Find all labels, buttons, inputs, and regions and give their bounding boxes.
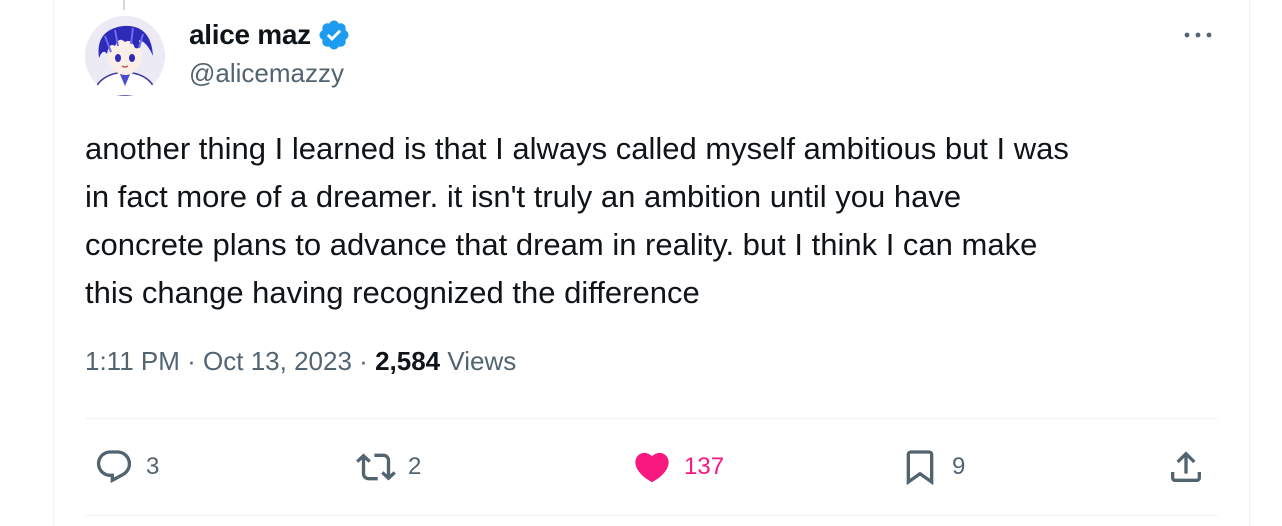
more-icon: [1184, 32, 1212, 38]
like-count: 137: [684, 453, 725, 480]
reply-icon: [96, 450, 132, 484]
bookmark-count: 9: [952, 453, 966, 480]
retweet-icon: [356, 453, 396, 481]
divider: [85, 515, 1218, 516]
author-display-name[interactable]: alice maz: [189, 19, 311, 51]
tweet-meta: 1:11 PM · Oct 13, 2023 · 2,584 Views: [85, 346, 516, 377]
meta-separator: ·: [187, 346, 196, 376]
share-icon: [1171, 451, 1201, 482]
retweet-count: 2: [408, 453, 422, 480]
tweet-text: another thing I learned is that I always…: [85, 125, 1235, 317]
bookmark-button[interactable]: 9: [900, 447, 965, 487]
heart-icon: [635, 452, 669, 483]
tweet-text-line: another thing I learned is that I always…: [85, 131, 1069, 166]
tweet-time[interactable]: 1:11 PM: [85, 346, 180, 376]
views-count: 2,584: [375, 346, 441, 376]
tweet-text-line: this change having recognized the differ…: [85, 275, 700, 310]
reply-count: 3: [146, 453, 160, 480]
retweet-button[interactable]: 2: [356, 447, 421, 487]
bookmark-icon: [906, 450, 934, 486]
verified-badge-icon[interactable]: [317, 18, 351, 52]
avatar[interactable]: [85, 16, 165, 96]
tweet-text-line: concrete plans to advance that dream in …: [85, 227, 1038, 262]
tweet-text-line: in fact more of a dreamer. it isn't trul…: [85, 179, 962, 214]
column-border-left: [53, 0, 54, 526]
author-handle[interactable]: @alicemazzy: [189, 58, 344, 89]
avatar-image: [85, 16, 165, 96]
thread-connector-line: [123, 0, 125, 10]
more-options-button[interactable]: [1178, 20, 1218, 50]
meta-separator: ·: [359, 346, 368, 376]
author-name-row[interactable]: alice maz: [189, 17, 351, 53]
tweet-date[interactable]: Oct 13, 2023: [203, 346, 352, 376]
views-label: Views: [447, 346, 517, 376]
share-button[interactable]: [1166, 447, 1206, 487]
column-border-right: [1249, 0, 1250, 526]
like-button[interactable]: 137: [632, 447, 724, 487]
reply-button[interactable]: 3: [94, 447, 159, 487]
divider: [85, 418, 1218, 419]
